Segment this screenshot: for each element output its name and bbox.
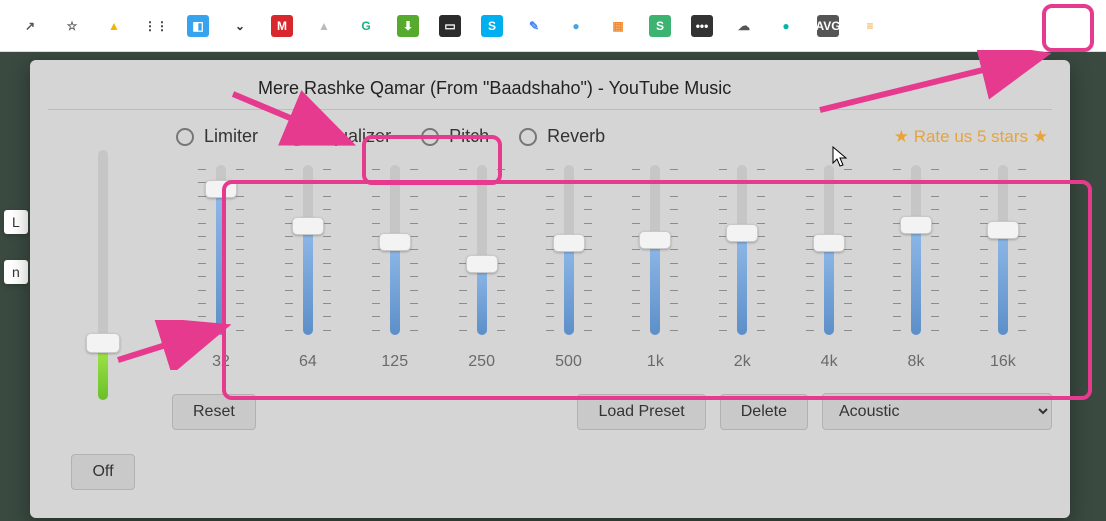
eq-band-label: 125 — [381, 353, 408, 371]
download-icon[interactable]: ⬇ — [396, 14, 420, 38]
tab-label: Pitch — [449, 126, 489, 147]
eq-slider-64[interactable] — [285, 165, 331, 335]
eq-band-label: 250 — [468, 353, 495, 371]
drive-icon[interactable]: ▲ — [102, 14, 126, 38]
bg-text: L — [4, 210, 28, 234]
radio-icon — [519, 128, 537, 146]
shop-icon[interactable]: S — [648, 14, 672, 38]
tabs-row: Limiter Equalizer Pitch Reverb ★ Rate us 5 s… — [172, 120, 1052, 157]
eq-band-4k: 4k — [786, 165, 872, 371]
globe-icon[interactable]: ● — [564, 14, 588, 38]
tab-label: Reverb — [547, 126, 605, 147]
page-title: Mere Rashke Qamar (From "Baadshaho") - Y… — [48, 72, 1052, 110]
browser-toolbar: ↗ ☆ ▲ ⋮⋮ ◧ ⌄ M ▲ G ⬇ ▭ S ✎ ● ▦ S ••• ☁ ● AVG ≡ — [0, 0, 1106, 52]
mega-icon[interactable]: M — [270, 14, 294, 38]
tab-label: Limiter — [204, 126, 258, 147]
cloud-icon[interactable]: ☁ — [732, 14, 756, 38]
delete-button[interactable]: Delete — [720, 394, 808, 430]
reset-button[interactable]: Reset — [172, 394, 256, 430]
equalizer-panel: 32 64 125 250 500 1k 2k 4k 8k 16k — [172, 157, 1052, 371]
eq-slider-32[interactable] — [198, 165, 244, 335]
skype-icon[interactable]: S — [480, 14, 504, 38]
eq-band-label: 64 — [299, 353, 317, 371]
eq-band-64: 64 — [265, 165, 351, 371]
eq-band-8k: 8k — [873, 165, 959, 371]
open-in-new-icon[interactable]: ↗ — [18, 14, 42, 38]
eq-band-label: 1k — [647, 353, 664, 371]
preset-select[interactable]: Acoustic — [822, 393, 1052, 430]
eq-slider-125[interactable] — [372, 165, 418, 335]
eq-band-250: 250 — [439, 165, 525, 371]
eq-slider-4k[interactable] — [806, 165, 852, 335]
eq-slider-250[interactable] — [459, 165, 505, 335]
load-preset-button[interactable]: Load Preset — [577, 394, 705, 430]
window-icon[interactable]: ◧ — [186, 14, 210, 38]
bg-text: n — [4, 260, 28, 284]
eq-band-label: 500 — [555, 353, 582, 371]
radio-icon — [288, 128, 306, 146]
eq-band-500: 500 — [526, 165, 612, 371]
eq-slider-8k[interactable] — [893, 165, 939, 335]
eq-band-32: 32 — [178, 165, 264, 371]
lastpass-icon[interactable]: ••• — [690, 14, 714, 38]
avg-icon[interactable]: AVG — [816, 14, 840, 38]
tab-equalizer[interactable]: Equalizer — [288, 126, 391, 147]
eq-slider-1k[interactable] — [632, 165, 678, 335]
equalizer-popup: Mere Rashke Qamar (From "Baadshaho") - Y… — [30, 60, 1070, 518]
eq-slider-2k[interactable] — [719, 165, 765, 335]
volume-slider[interactable] — [80, 150, 126, 400]
gallery-icon[interactable]: ▦ — [606, 14, 630, 38]
eq-band-label: 2k — [734, 353, 751, 371]
eq-band-2k: 2k — [699, 165, 785, 371]
eq-slider-16k[interactable] — [980, 165, 1026, 335]
eq-band-1k: 1k — [612, 165, 698, 371]
pocket-icon[interactable]: ⌄ — [228, 14, 252, 38]
radio-icon — [176, 128, 194, 146]
radio-icon — [421, 128, 439, 146]
bookmark-icon[interactable]: ● — [774, 14, 798, 38]
rate-us-link[interactable]: ★ Rate us 5 stars ★ — [894, 127, 1048, 147]
eq-band-label: 16k — [990, 353, 1016, 371]
eq-band-label: 8k — [908, 353, 925, 371]
equalizer-ext-icon[interactable]: ≡ — [858, 14, 882, 38]
eq-band-16k: 16k — [960, 165, 1046, 371]
tab-label: Equalizer — [316, 126, 391, 147]
arrow-up-icon[interactable]: ▲ — [312, 14, 336, 38]
tab-reverb[interactable]: Reverb — [519, 126, 605, 147]
tab-limiter[interactable]: Limiter — [176, 126, 258, 147]
video-icon[interactable]: ▭ — [438, 14, 462, 38]
off-button[interactable]: Off — [71, 454, 134, 490]
screenshot-icon[interactable]: ✎ — [522, 14, 546, 38]
grammarly-icon[interactable]: G — [354, 14, 378, 38]
star-icon[interactable]: ☆ — [60, 14, 84, 38]
eq-band-label: 4k — [821, 353, 838, 371]
tab-pitch[interactable]: Pitch — [421, 126, 489, 147]
molecule-icon[interactable]: ⋮⋮ — [144, 14, 168, 38]
eq-slider-500[interactable] — [546, 165, 592, 335]
eq-band-125: 125 — [352, 165, 438, 371]
eq-band-label: 32 — [212, 353, 230, 371]
